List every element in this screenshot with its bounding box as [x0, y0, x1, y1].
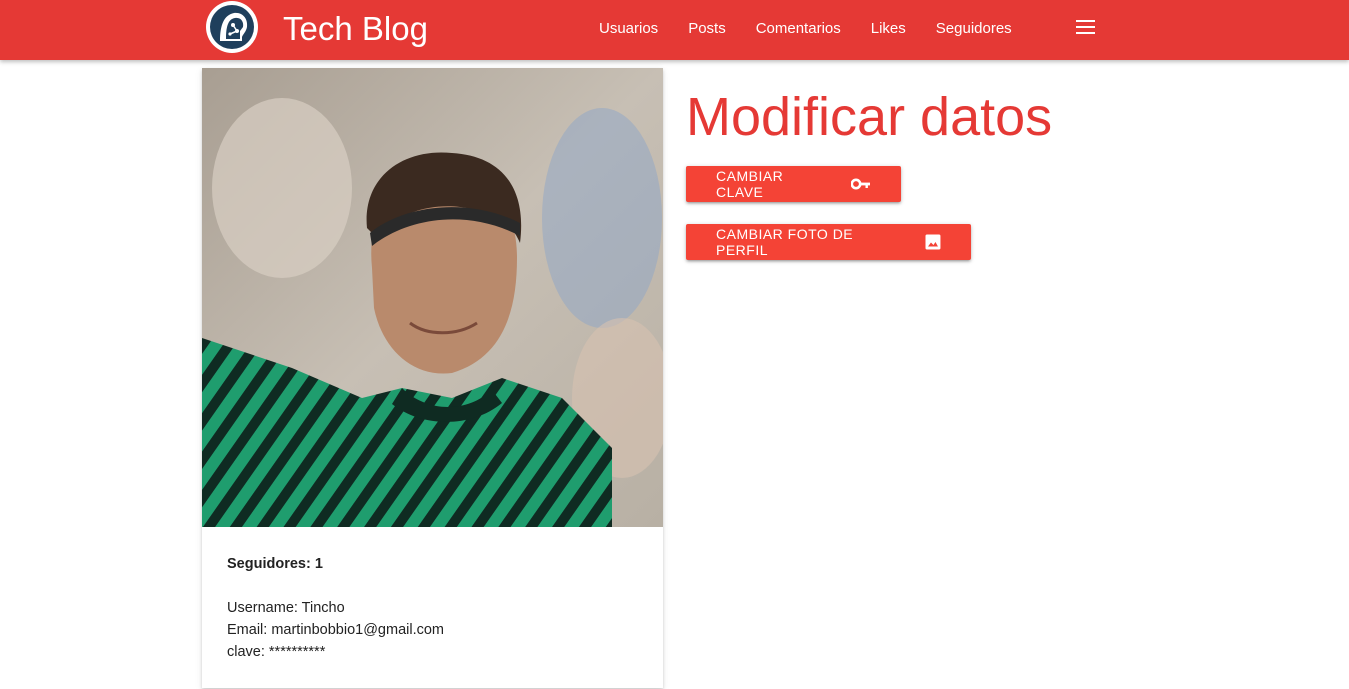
nav-link-usuarios[interactable]: Usuarios — [584, 20, 673, 37]
tech-head-logo-icon — [207, 2, 257, 52]
email-text: Email: martinbobbio1@gmail.com — [227, 622, 444, 638]
hamburger-menu-icon[interactable] — [1076, 20, 1096, 36]
profile-card: Seguidores: 1 Username: Tincho Email: ma… — [202, 68, 663, 688]
password-text: clave: ********** — [227, 644, 326, 660]
image-icon — [925, 234, 941, 250]
change-photo-button[interactable]: Cambiar foto de perfil — [686, 224, 971, 260]
vpn-key-icon — [851, 178, 870, 190]
nav-links: Usuarios Posts Comentarios Likes Seguido… — [584, 0, 1027, 56]
logo[interactable] — [206, 1, 258, 53]
nav-link-seguidores[interactable]: Seguidores — [921, 20, 1027, 37]
brand-title[interactable]: Tech Blog — [283, 10, 428, 48]
followers-count: Seguidores: 1 — [227, 556, 323, 572]
change-password-label: Cambiar clave — [716, 168, 784, 200]
nav-link-posts[interactable]: Posts — [673, 20, 741, 37]
page-title: Modificar datos — [686, 87, 1053, 147]
nav-link-comentarios[interactable]: Comentarios — [741, 20, 856, 37]
change-photo-label: Cambiar foto de perfil — [716, 226, 854, 258]
nav-link-likes[interactable]: Likes — [856, 20, 921, 37]
change-password-button[interactable]: Cambiar clave — [686, 166, 901, 202]
username-text: Username: Tincho — [227, 600, 345, 616]
profile-photo — [202, 68, 663, 527]
profile-info: Seguidores: 1 Username: Tincho Email: ma… — [202, 527, 663, 689]
top-navbar: Tech Blog Usuarios Posts Comentarios Lik… — [0, 0, 1349, 60]
